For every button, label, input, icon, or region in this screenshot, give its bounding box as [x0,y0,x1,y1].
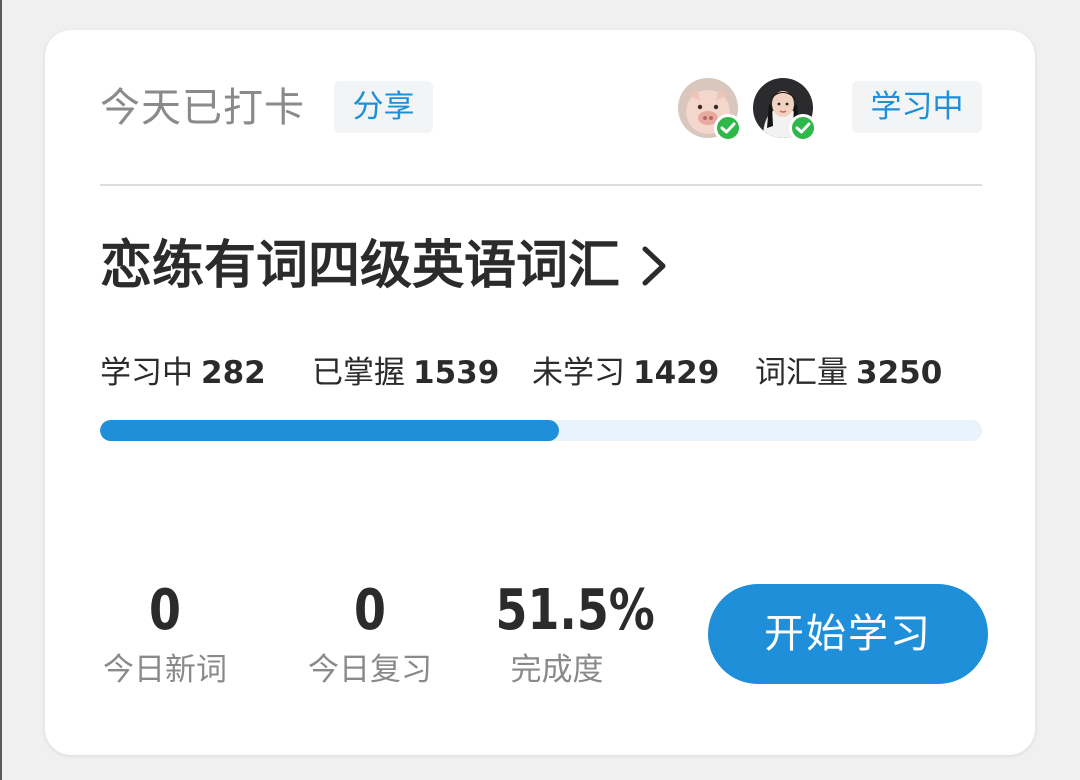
progress-fill [100,420,559,441]
metric-review-today: 0 今日复习 [295,578,445,692]
stat-learning: 学习中 282 [100,350,266,396]
metric-label: 今日复习 [308,652,432,688]
chevron-right-icon [637,241,671,291]
check-icon [714,114,742,142]
check-icon [789,114,817,142]
metric-value: 0 [354,578,386,643]
study-status-button[interactable]: 学习中 [852,81,982,133]
stat-value: 1429 [633,355,720,391]
stat-mastered: 已掌握 1539 [312,350,499,396]
stat-unlearned: 未学习 1429 [532,350,719,396]
metric-label: 今日新词 [103,652,227,688]
book-title-link[interactable]: 恋练有词四级英语词汇 [100,230,671,302]
stat-label: 已掌握 [312,355,405,391]
header-divider [100,184,982,186]
word-stats-row: 学习中 282 已掌握 1539 未学习 1429 词汇量 3250 [100,350,982,396]
stat-label: 词汇量 [755,355,848,391]
avatar-pig[interactable] [678,78,742,142]
start-learning-button[interactable]: 开始学习 [708,584,988,684]
card-header: 今天已打卡 分享 学习中 [100,78,982,142]
stat-label: 未学习 [532,355,625,391]
metric-label: 完成度 [510,652,604,688]
share-button[interactable]: 分享 [334,81,433,133]
checkin-status-label: 今天已打卡 [100,85,305,131]
metric-value: 51.5% [495,578,655,643]
metric-completion: 51.5% 完成度 [482,578,655,692]
study-card: 今天已打卡 分享 学习中 恋练有词四级英语词汇 学习中 282 已掌握 1539… [45,30,1035,755]
stat-value: 3250 [856,355,943,391]
avatar-girl[interactable] [753,78,817,142]
left-edge-line [0,0,2,780]
progress-bar [100,420,982,441]
stat-value: 282 [201,355,266,391]
book-title: 恋练有词四级英语词汇 [100,236,621,296]
stat-label: 学习中 [100,355,193,391]
metric-new-words-today: 0 今日新词 [90,578,240,692]
stat-total: 词汇量 3250 [755,350,942,396]
stat-value: 1539 [413,355,500,391]
metric-value: 0 [149,578,181,643]
